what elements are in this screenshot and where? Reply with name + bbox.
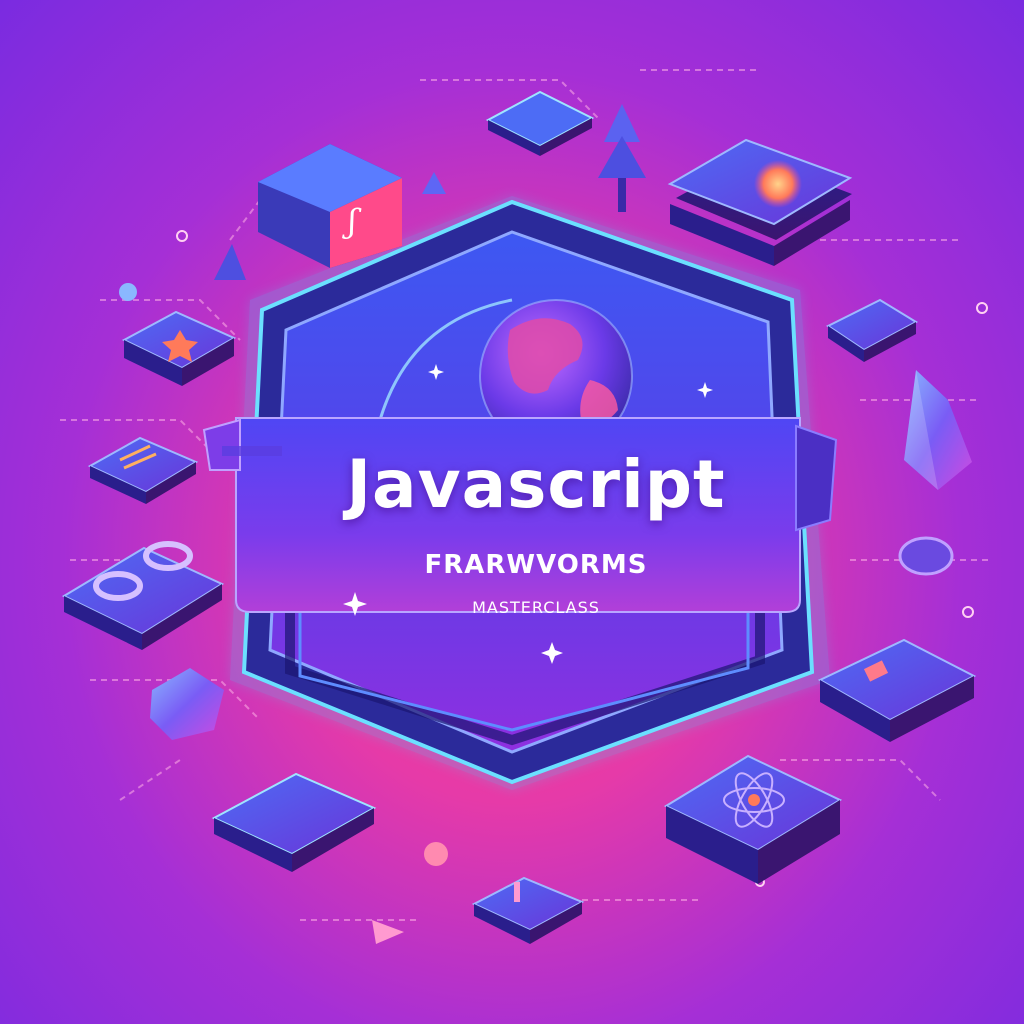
- banner: Javascript FRARWVORMS MASTERCLASS: [262, 418, 810, 648]
- poster: ʃ Javascript FRARWVORMS MASTERCLASS: [0, 0, 1024, 1024]
- js-cube-icon: ʃ: [258, 144, 402, 268]
- code-tablet: [87, 436, 199, 504]
- banner-tagline: MASTERCLASS: [472, 598, 600, 617]
- crystal-icon: [150, 668, 224, 740]
- bottom-tile: [471, 876, 585, 944]
- atom-tile: [663, 754, 843, 884]
- screen-tablet: [211, 772, 377, 872]
- star-tile: [121, 310, 237, 386]
- coin: [898, 536, 954, 576]
- banner-title: Javascript: [346, 446, 726, 523]
- gem-icon: [904, 370, 972, 490]
- tree-icon: [598, 104, 646, 212]
- book-tile: [817, 638, 977, 742]
- note-tablet: [826, 298, 919, 362]
- sun-tile: [667, 138, 853, 266]
- ring-tiles: [61, 541, 225, 650]
- banner-subtitle: FRARWVORMS: [424, 550, 648, 580]
- tablet-icon: [485, 90, 595, 156]
